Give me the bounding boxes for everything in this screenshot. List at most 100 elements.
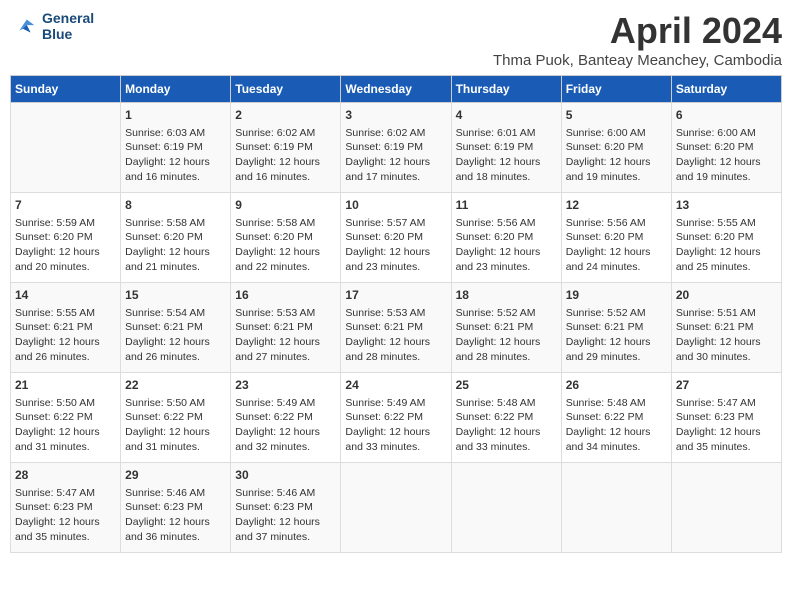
day-number: 8 (125, 197, 226, 214)
day-number: 5 (566, 107, 667, 124)
day-info: Daylight: 12 hours (345, 245, 446, 260)
day-info: and 28 minutes. (456, 350, 557, 365)
day-number: 15 (125, 287, 226, 304)
day-info: Sunrise: 5:48 AM (456, 396, 557, 411)
day-info: and 35 minutes. (676, 440, 777, 455)
day-info: and 17 minutes. (345, 170, 446, 185)
day-info: Sunset: 6:22 PM (345, 410, 446, 425)
day-number: 25 (456, 377, 557, 394)
day-info: and 37 minutes. (235, 530, 336, 545)
table-row: 7Sunrise: 5:59 AMSunset: 6:20 PMDaylight… (11, 193, 121, 283)
day-number: 21 (15, 377, 116, 394)
day-info: Sunrise: 5:48 AM (566, 396, 667, 411)
day-info: Daylight: 12 hours (15, 425, 116, 440)
day-info: and 28 minutes. (345, 350, 446, 365)
day-info: Sunrise: 5:47 AM (15, 486, 116, 501)
day-info: Sunset: 6:23 PM (235, 500, 336, 515)
day-info: Sunrise: 6:03 AM (125, 126, 226, 141)
day-info: Sunrise: 5:57 AM (345, 216, 446, 231)
day-info: Daylight: 12 hours (125, 425, 226, 440)
table-row (11, 103, 121, 193)
day-info: Daylight: 12 hours (566, 425, 667, 440)
day-info: Sunrise: 6:00 AM (676, 126, 777, 141)
day-info: Sunset: 6:23 PM (15, 500, 116, 515)
day-info: Sunrise: 5:53 AM (235, 306, 336, 321)
day-info: Sunset: 6:21 PM (676, 320, 777, 335)
day-info: Sunset: 6:20 PM (676, 140, 777, 155)
day-number: 20 (676, 287, 777, 304)
table-row: 5Sunrise: 6:00 AMSunset: 6:20 PMDaylight… (561, 103, 671, 193)
day-info: and 20 minutes. (15, 260, 116, 275)
day-info: Daylight: 12 hours (235, 155, 336, 170)
day-info: Daylight: 12 hours (676, 425, 777, 440)
page-header: General Blue April 2024 Thma Puok, Bante… (10, 10, 782, 69)
day-number: 11 (456, 197, 557, 214)
day-info: and 29 minutes. (566, 350, 667, 365)
table-row (561, 463, 671, 553)
day-info: and 33 minutes. (456, 440, 557, 455)
day-info: Daylight: 12 hours (235, 335, 336, 350)
day-info: Sunrise: 5:58 AM (125, 216, 226, 231)
logo: General Blue (10, 10, 94, 42)
col-friday: Friday (561, 76, 671, 103)
day-info: Daylight: 12 hours (566, 245, 667, 260)
day-info: and 25 minutes. (676, 260, 777, 275)
day-info: Daylight: 12 hours (235, 425, 336, 440)
day-number: 18 (456, 287, 557, 304)
day-info: Sunrise: 5:49 AM (345, 396, 446, 411)
table-row: 24Sunrise: 5:49 AMSunset: 6:22 PMDayligh… (341, 373, 451, 463)
day-info: Daylight: 12 hours (235, 245, 336, 260)
day-number: 22 (125, 377, 226, 394)
day-info: Sunrise: 5:59 AM (15, 216, 116, 231)
day-number: 14 (15, 287, 116, 304)
day-number: 30 (235, 467, 336, 484)
calendar-week-row: 21Sunrise: 5:50 AMSunset: 6:22 PMDayligh… (11, 373, 782, 463)
table-row (671, 463, 781, 553)
day-info: Daylight: 12 hours (15, 515, 116, 530)
day-info: Daylight: 12 hours (566, 335, 667, 350)
day-info: Sunrise: 5:56 AM (566, 216, 667, 231)
day-number: 7 (15, 197, 116, 214)
day-info: Sunrise: 6:02 AM (235, 126, 336, 141)
table-row: 30Sunrise: 5:46 AMSunset: 6:23 PMDayligh… (231, 463, 341, 553)
day-info: Sunset: 6:20 PM (15, 230, 116, 245)
day-info: and 31 minutes. (125, 440, 226, 455)
calendar-week-row: 7Sunrise: 5:59 AMSunset: 6:20 PMDaylight… (11, 193, 782, 283)
day-number: 27 (676, 377, 777, 394)
day-info: Sunset: 6:22 PM (566, 410, 667, 425)
day-info: Daylight: 12 hours (676, 335, 777, 350)
day-info: Daylight: 12 hours (676, 245, 777, 260)
day-info: Daylight: 12 hours (676, 155, 777, 170)
day-info: Sunrise: 5:46 AM (125, 486, 226, 501)
day-info: Daylight: 12 hours (456, 425, 557, 440)
day-info: and 34 minutes. (566, 440, 667, 455)
day-info: Sunrise: 5:55 AM (676, 216, 777, 231)
day-info: Sunset: 6:21 PM (15, 320, 116, 335)
table-row: 20Sunrise: 5:51 AMSunset: 6:21 PMDayligh… (671, 283, 781, 373)
day-info: and 33 minutes. (345, 440, 446, 455)
table-row: 26Sunrise: 5:48 AMSunset: 6:22 PMDayligh… (561, 373, 671, 463)
day-info: Sunset: 6:20 PM (566, 140, 667, 155)
day-info: Sunset: 6:20 PM (235, 230, 336, 245)
col-saturday: Saturday (671, 76, 781, 103)
col-monday: Monday (121, 76, 231, 103)
day-info: and 16 minutes. (235, 170, 336, 185)
day-info: and 36 minutes. (125, 530, 226, 545)
table-row: 17Sunrise: 5:53 AMSunset: 6:21 PMDayligh… (341, 283, 451, 373)
day-info: and 16 minutes. (125, 170, 226, 185)
day-info: Sunrise: 5:50 AM (125, 396, 226, 411)
day-info: Sunset: 6:21 PM (456, 320, 557, 335)
day-info: Sunrise: 5:53 AM (345, 306, 446, 321)
day-info: Sunset: 6:22 PM (456, 410, 557, 425)
table-row: 10Sunrise: 5:57 AMSunset: 6:20 PMDayligh… (341, 193, 451, 283)
day-info: Sunset: 6:22 PM (235, 410, 336, 425)
day-info: Daylight: 12 hours (125, 155, 226, 170)
day-info: Daylight: 12 hours (125, 515, 226, 530)
logo-text: General Blue (42, 10, 94, 42)
day-number: 19 (566, 287, 667, 304)
table-row: 9Sunrise: 5:58 AMSunset: 6:20 PMDaylight… (231, 193, 341, 283)
day-info: and 27 minutes. (235, 350, 336, 365)
day-number: 4 (456, 107, 557, 124)
col-wednesday: Wednesday (341, 76, 451, 103)
logo-bird-icon (10, 12, 38, 40)
